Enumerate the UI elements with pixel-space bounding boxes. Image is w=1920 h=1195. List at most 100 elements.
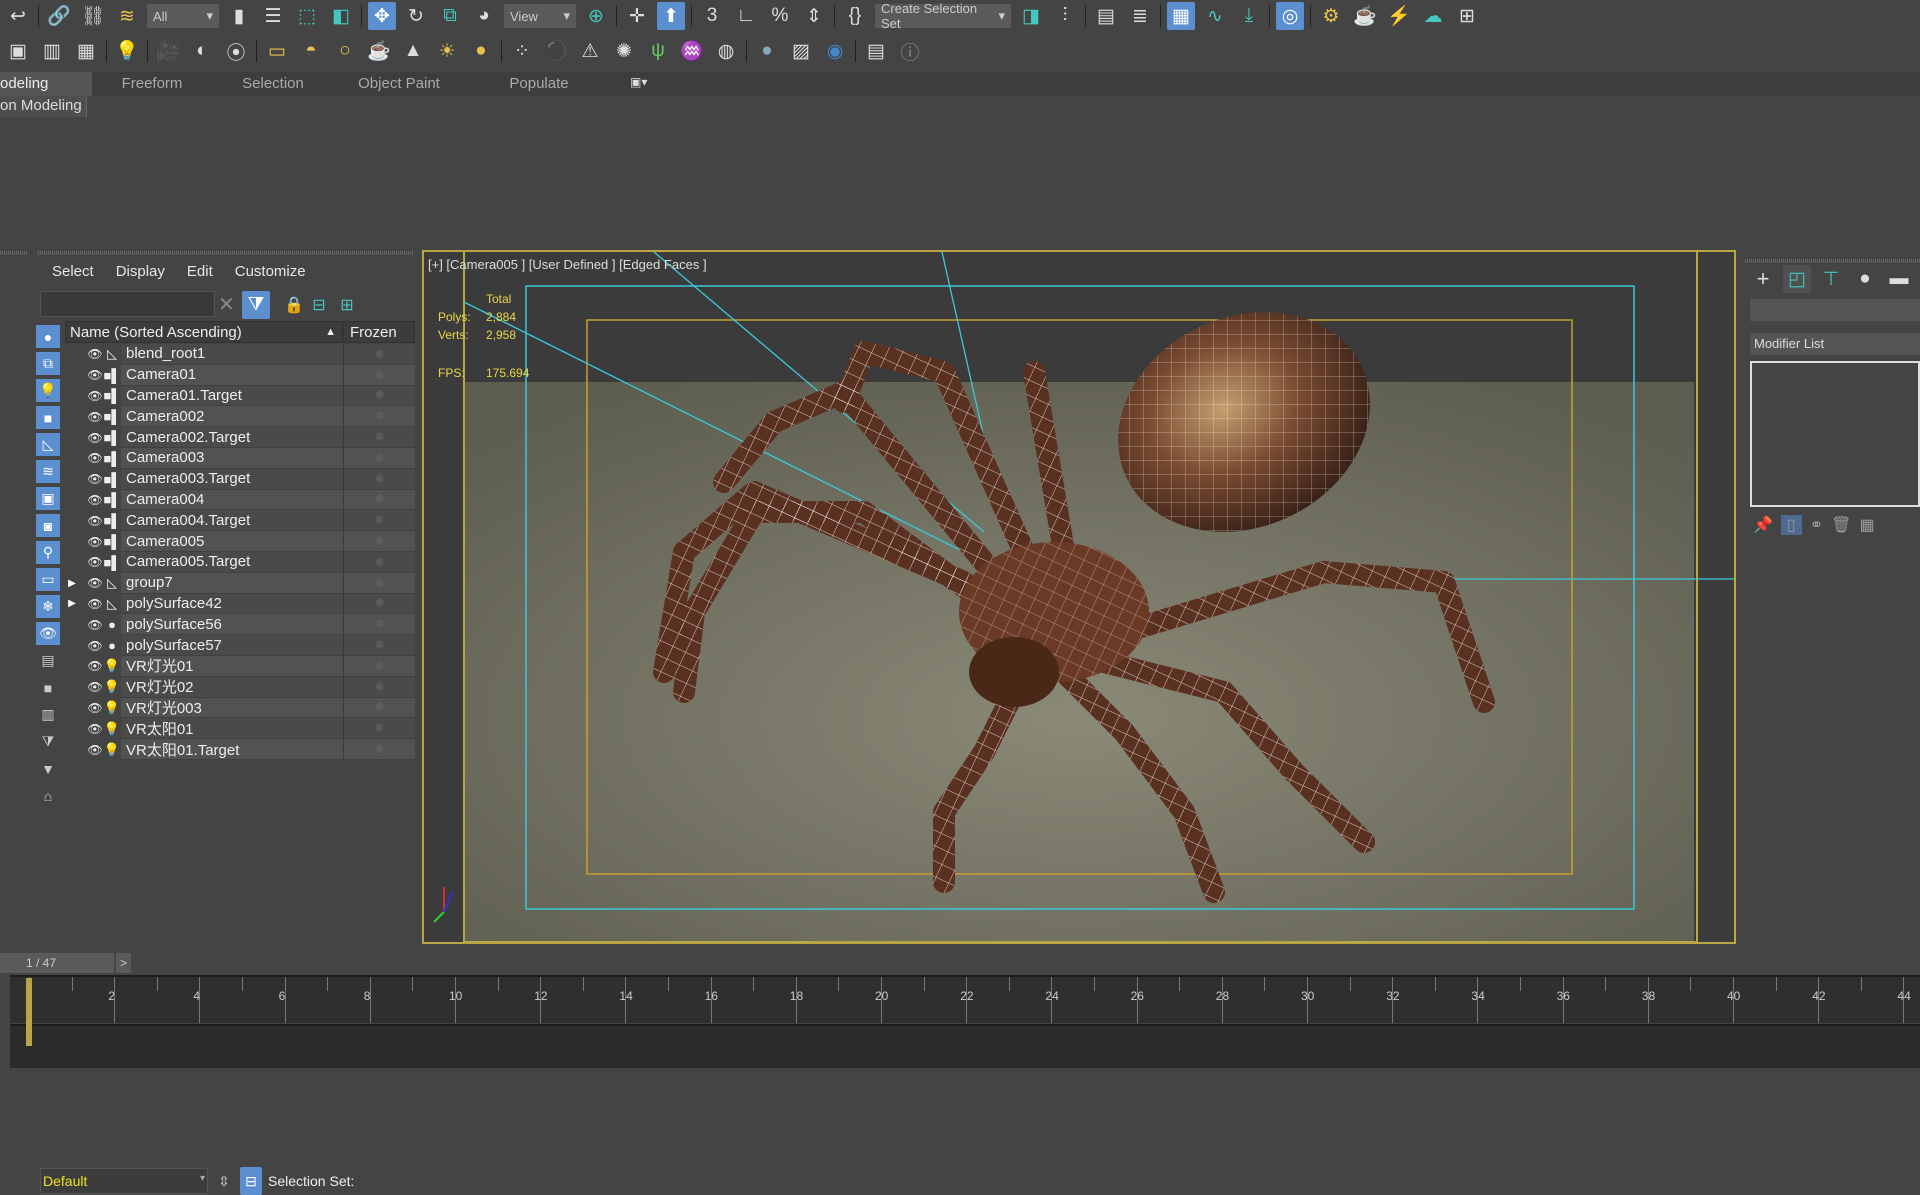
motion-icon[interactable]: ●	[1851, 265, 1879, 293]
sphere-light-icon[interactable]: ○	[331, 37, 359, 65]
explorer-row[interactable]: 👁 ◺ blend_root1 ❄	[65, 344, 415, 365]
explorer-row[interactable]: 👁 ■▌ Camera004 ❄	[65, 489, 415, 511]
layer-dropdown[interactable]: Default ▾	[40, 1168, 208, 1194]
cone-icon[interactable]: ▲	[399, 37, 427, 65]
fur-icon[interactable]: ψ	[644, 37, 672, 65]
eye-visibility-icon[interactable]: 👁	[87, 472, 103, 486]
containers-filter-icon[interactable]: ▭	[36, 568, 60, 591]
manipulate-icon[interactable]: ✛	[623, 2, 651, 30]
freeze-toggle-icon[interactable]: ❄	[343, 739, 415, 760]
eye-visibility-icon[interactable]: 👁	[87, 680, 103, 694]
freeze-toggle-icon[interactable]: ❄	[343, 344, 415, 365]
explorer-row[interactable]: ▶ 👁 ◺ group7 ❄	[65, 572, 415, 594]
vray-sphere-icon[interactable]: ◉	[821, 37, 849, 65]
teapot-icon[interactable]: ☕	[365, 37, 393, 65]
link-icon[interactable]: 🔗	[45, 2, 73, 30]
render-cloud-icon[interactable]: ☁	[1419, 2, 1447, 30]
display-icon[interactable]: ▬	[1885, 265, 1913, 293]
rectangular-selection-icon[interactable]: ⬚	[293, 2, 321, 30]
eye-visibility-icon[interactable]: 👁	[87, 431, 103, 445]
explorer-row[interactable]: 👁 ■▌ Camera005 ❄	[65, 531, 415, 552]
freeze-toggle-icon[interactable]: ❄	[343, 614, 415, 636]
subtab-polygon-modeling[interactable]: on Modeling	[0, 96, 87, 117]
help-icon[interactable]: ⓘ	[896, 37, 924, 65]
window-crossing-icon[interactable]: ◧	[327, 2, 355, 30]
freeze-toggle-icon[interactable]: ❄	[343, 697, 415, 719]
freeze-toggle-icon[interactable]: ❄	[343, 572, 415, 594]
explorer-row[interactable]: 👁 💡 VR灯光01 ❄	[65, 655, 415, 677]
expand-arrow-icon[interactable]: ▶	[65, 598, 79, 609]
lock-icon[interactable]: 🔒	[280, 291, 308, 319]
panel-grip[interactable]	[1745, 259, 1920, 263]
panel-grip[interactable]	[0, 251, 28, 255]
align-icon[interactable]: ⫶	[1051, 2, 1079, 30]
time-slider[interactable]: 1 / 47 >	[0, 952, 1920, 974]
curve-editor-icon[interactable]: ∿	[1201, 2, 1229, 30]
track-bar[interactable]	[10, 1024, 1920, 1068]
layer-explorer-icon[interactable]: ⇳	[214, 1167, 234, 1195]
keyboard-shortcut-override-icon[interactable]: ⬆	[657, 2, 685, 30]
ies-light-icon[interactable]: ●	[467, 37, 495, 65]
ribbon-options-icon[interactable]: ▣▾	[630, 72, 647, 96]
vray-options-icon[interactable]: ▤	[862, 37, 890, 65]
eye-visibility-icon[interactable]: 👁	[87, 368, 103, 382]
viewport-layout-icon[interactable]: ⊞	[1453, 2, 1481, 30]
camera-icon[interactable]: 🎥	[154, 37, 182, 65]
bind-space-warp-icon[interactable]: ≋	[113, 2, 141, 30]
next-frame-button[interactable]: >	[116, 953, 131, 973]
eye-visibility-icon[interactable]: 👁	[87, 555, 103, 569]
eye-visibility-icon[interactable]: 👁	[87, 410, 103, 424]
explorer-row[interactable]: 👁 ■▌ Camera01.Target ❄	[65, 385, 415, 407]
select-rotate-icon[interactable]: ↻	[402, 2, 430, 30]
show-end-result-icon[interactable]: ▯	[1780, 515, 1802, 535]
cameras-filter-icon[interactable]: ■	[36, 406, 60, 429]
eye-visibility-icon[interactable]: 👁	[87, 451, 103, 465]
edit-named-selection-icon[interactable]: {}	[841, 2, 869, 30]
freeze-toggle-icon[interactable]: ❄	[343, 364, 415, 386]
hidden-filter-icon[interactable]: 👁	[36, 622, 60, 645]
freeze-toggle-icon[interactable]: ❄	[343, 489, 415, 511]
explorer-row[interactable]: ▶ 👁 ◺ polySurface42 ❄	[65, 593, 415, 615]
rendered-frame-icon[interactable]: ☕	[1351, 2, 1379, 30]
scene-explorer-icon[interactable]: ⊟	[240, 1167, 262, 1195]
tab-object-paint[interactable]: Object Paint	[334, 72, 464, 96]
freeze-toggle-icon[interactable]: ❄	[343, 718, 415, 740]
freeze-toggle-icon[interactable]: ❄	[343, 635, 415, 656]
clear-search-icon[interactable]: ✕	[218, 292, 235, 317]
eye-visibility-icon[interactable]: 👁	[87, 639, 103, 653]
select-object-icon[interactable]: ▮	[225, 2, 253, 30]
shapes-filter-icon[interactable]: ⧉	[36, 352, 60, 375]
unlink-icon[interactable]: ⛓	[79, 2, 107, 30]
eye-visibility-icon[interactable]: 👁	[87, 347, 103, 361]
snaps-toggle-icon[interactable]: 3	[698, 2, 726, 30]
viewport-camera005[interactable]: [+] [Camera005 ] [User Defined ] [Edged …	[422, 250, 1736, 944]
use-pivot-icon[interactable]: ⊕	[582, 2, 610, 30]
angle-snap-icon[interactable]: ∟	[732, 2, 760, 30]
create-icon[interactable]: +	[1749, 265, 1777, 293]
filter-selected-icon[interactable]: ⧩	[36, 730, 60, 753]
explorer-row[interactable]: 👁 ■▌ Camera005.Target ❄	[65, 551, 415, 573]
display-all-icon[interactable]: ▤	[36, 649, 60, 672]
filter-icon[interactable]: ⧩	[242, 291, 270, 319]
named-selection-dropdown[interactable]: Create Selection Set ▾	[875, 1, 1011, 31]
layer-explorer-icon[interactable]: ≣	[1126, 2, 1154, 30]
explorer-row[interactable]: 👁 💡 VR灯光02 ❄	[65, 676, 415, 698]
tab-freeform[interactable]: Freeform	[92, 72, 212, 96]
modifier-list-dropdown[interactable]: Modifier List	[1750, 333, 1920, 355]
eye-visibility-icon[interactable]: 👁	[87, 743, 103, 757]
eye-visibility-icon[interactable]: 👁	[87, 535, 103, 549]
bones-filter-icon[interactable]: ⚲	[36, 541, 60, 564]
freeze-toggle-icon[interactable]: ❄	[343, 531, 415, 552]
panel-2-icon[interactable]: ▦	[72, 37, 100, 65]
explorer-search-input[interactable]	[40, 291, 215, 317]
remove-modifier-icon[interactable]: 🗑	[1831, 515, 1851, 535]
mirror-icon[interactable]: ◨	[1017, 2, 1045, 30]
freeze-toggle-icon[interactable]: ❄	[343, 447, 415, 469]
percent-snap-icon[interactable]: %	[766, 2, 794, 30]
toggle-ribbon-icon[interactable]: ▦	[1167, 2, 1195, 30]
explorer-row[interactable]: 👁 💡 VR太阳01 ❄	[65, 718, 415, 740]
eye-visibility-icon[interactable]: 👁	[87, 701, 103, 715]
space-warps-filter-icon[interactable]: ≋	[36, 460, 60, 483]
displacement-icon[interactable]: ✺	[610, 37, 638, 65]
eye-visibility-icon[interactable]: 👁	[87, 576, 103, 590]
